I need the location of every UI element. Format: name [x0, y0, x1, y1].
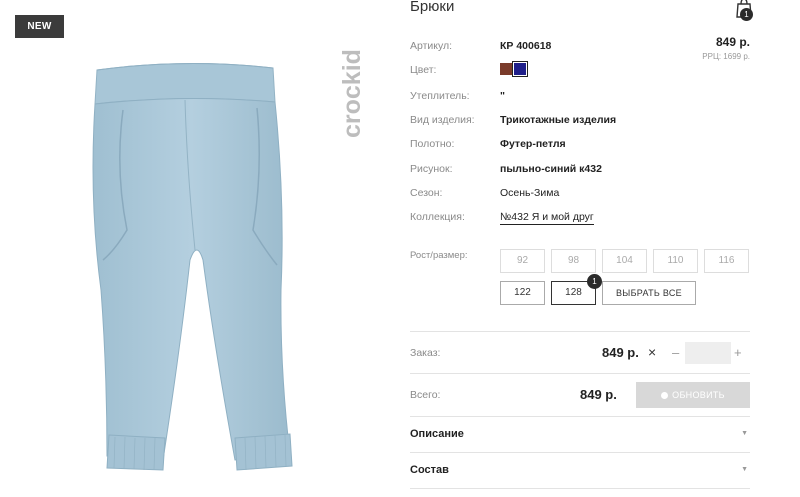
accordion-title: Состав	[410, 464, 449, 476]
product-image[interactable]: NEW crockid	[0, 0, 380, 497]
spec-label: Артикул:	[410, 40, 453, 52]
accordion-description[interactable]: Описание ▼	[410, 428, 750, 440]
size-option-92[interactable]: 92	[500, 249, 545, 273]
color-swatch-brown[interactable]	[500, 63, 512, 75]
spec-value: "	[500, 90, 505, 102]
total-price: 849 р.	[580, 387, 617, 402]
spec-value: Футер-петля	[500, 138, 566, 150]
product-title: Брюки	[410, 0, 455, 15]
qty-input[interactable]	[685, 342, 731, 364]
collection-link[interactable]: №432 Я и мой друг	[500, 211, 594, 225]
size-option-98[interactable]: 98	[551, 249, 596, 273]
size-option-110[interactable]: 110	[653, 249, 698, 273]
spec-label: Полотно:	[410, 138, 455, 150]
spec-value: Осень-Зима	[500, 187, 560, 199]
spec-value: Трикотажные изделия	[500, 114, 617, 126]
size-option-116[interactable]: 116	[704, 249, 749, 273]
pants-illustration	[92, 62, 293, 471]
size-count-badge: 1	[587, 274, 602, 289]
spec-label: Коллекция:	[410, 211, 465, 223]
select-all-button[interactable]: ВЫБРАТЬ ВСЕ	[602, 281, 696, 305]
divider	[410, 488, 750, 489]
new-badge: NEW	[15, 15, 64, 38]
chevron-down-icon: ▼	[741, 430, 748, 437]
spec-label: Рисунок:	[410, 163, 453, 175]
accordion-title: Описание	[410, 428, 464, 440]
chevron-down-icon: ▼	[741, 466, 748, 473]
accordion-composition[interactable]: Состав ▼	[410, 464, 750, 476]
bag-count-badge: 1	[740, 8, 753, 21]
size-option-122[interactable]: 122	[500, 281, 545, 305]
spec-value: пыльно-синий к432	[500, 163, 602, 175]
color-swatch-navy[interactable]	[512, 61, 528, 77]
qty-minus-button[interactable]: –	[672, 345, 679, 360]
update-icon	[661, 391, 669, 399]
size-option-104[interactable]: 104	[602, 249, 647, 273]
divider	[410, 373, 750, 374]
remove-icon[interactable]: ×	[648, 344, 656, 360]
update-label: ОБНОВИТЬ	[672, 390, 725, 400]
spec-label: Вид изделия:	[410, 114, 475, 126]
spec-label: Утеплитель:	[410, 90, 470, 102]
product-rrp: РРЦ: 1699 р.	[702, 52, 750, 61]
product-page: NEW crockid Брюки 1 849 р. РРЦ: 1699 р. …	[0, 0, 800, 497]
spec-label: Цвет:	[410, 64, 437, 76]
order-price: 849 р.	[602, 345, 639, 360]
divider	[410, 416, 750, 417]
product-price: 849 р.	[715, 35, 750, 49]
divider	[410, 452, 750, 453]
order-label: Заказ:	[410, 347, 441, 359]
update-button[interactable]: ОБНОВИТЬ	[636, 382, 750, 408]
total-label: Всего:	[410, 389, 441, 401]
brand-logo-text: crockid	[338, 49, 366, 138]
spec-label: Сезон:	[410, 187, 443, 199]
qty-plus-button[interactable]: +	[734, 345, 742, 360]
spec-value: КР 400618	[500, 40, 552, 52]
brand-logo: crockid	[338, 49, 366, 138]
size-label: Рост/размер:	[410, 250, 468, 261]
divider	[410, 331, 750, 332]
